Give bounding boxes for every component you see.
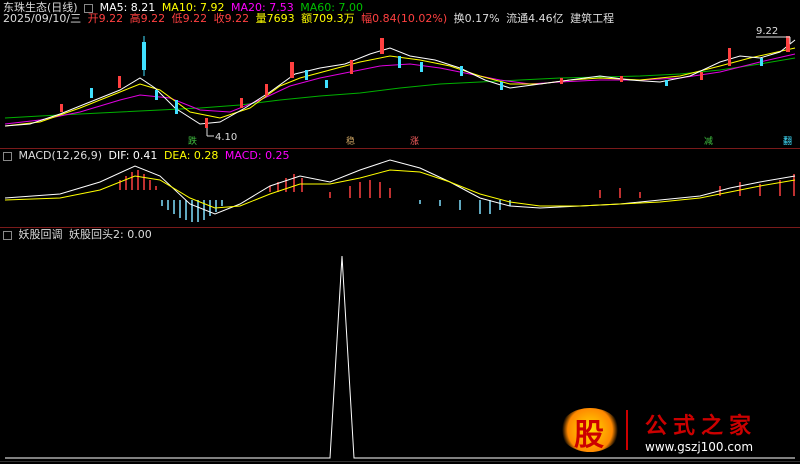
- signal-label: 跌: [188, 136, 197, 147]
- candles: [60, 36, 790, 128]
- indicator-title[interactable]: 妖股回调: [19, 228, 63, 241]
- signal-label: 稳: [346, 135, 355, 147]
- watermark-url: www.gszj100.com: [645, 440, 754, 454]
- indicator-value: 妖股回头2: 0.00: [69, 228, 152, 241]
- indicator-legend: 妖股回调 妖股回头2: 0.00: [3, 229, 155, 241]
- watermark-divider: [626, 410, 636, 450]
- dif-label: DIF: 0.41: [108, 149, 158, 162]
- bottom-axis: [0, 461, 800, 462]
- settings-icon[interactable]: [3, 230, 12, 240]
- signal-label: 涨: [410, 136, 419, 147]
- logo-char: 股: [574, 418, 604, 453]
- dea-label: DEA: 0.28: [163, 149, 219, 162]
- macd-value-label: MACD: 0.25: [224, 149, 290, 162]
- watermark-logo: 股: [560, 408, 620, 453]
- macd-title[interactable]: MACD(12,26,9): [19, 149, 103, 162]
- ma5-line: [4, 39, 796, 127]
- dea-line: [4, 169, 796, 209]
- dif-line: [4, 159, 796, 215]
- low-price-label: 4.10: [215, 132, 237, 143]
- signal-label: 翻: [783, 136, 792, 147]
- high-marker: [756, 36, 791, 44]
- macd-legend: MACD(12,26,9) DIF: 0.41 DEA: 0.28 MACD: …: [3, 150, 293, 162]
- macd-histogram: [119, 170, 795, 222]
- signal-label: 减: [704, 135, 713, 147]
- watermark-site-name: 公式之家: [645, 414, 758, 439]
- low-marker: [206, 128, 214, 137]
- settings-icon[interactable]: [3, 151, 12, 161]
- high-price-label: 9.22: [756, 26, 778, 37]
